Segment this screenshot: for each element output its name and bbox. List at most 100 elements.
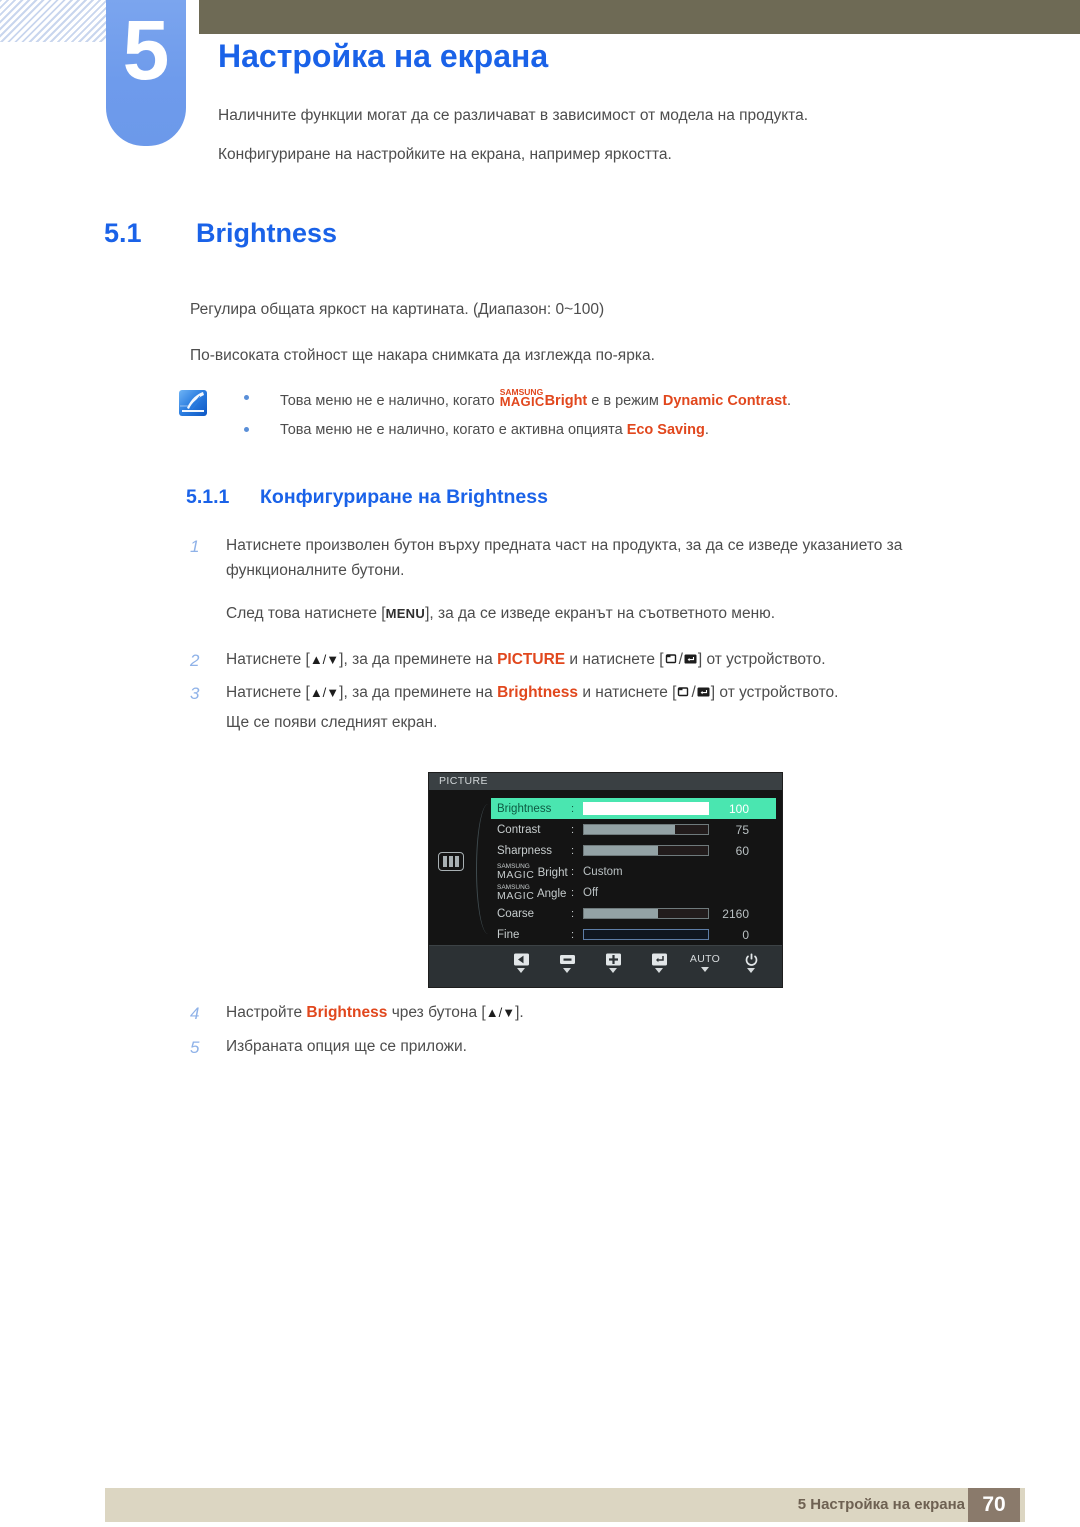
- samsung-magic-logo: SAMSUNG MAGIC: [500, 388, 545, 408]
- chevron-down-icon: [609, 968, 617, 973]
- note-bullet-2-post: .: [704, 421, 709, 438]
- step-3-followup: Ще се появи следният екран.: [226, 714, 438, 731]
- osd-colon: :: [571, 865, 575, 878]
- step-2-text: Натиснете [▲/▼], за да преминете на PICT…: [226, 647, 1000, 672]
- enter-icon: [683, 653, 698, 666]
- section-number: 5.1: [104, 218, 142, 248]
- osd-button-plus[interactable]: [590, 952, 636, 973]
- enter-icon: [696, 686, 711, 699]
- up-down-arrow-icon: ▲/▼: [309, 652, 340, 667]
- osd-colon: :: [571, 802, 575, 815]
- osd-button-minus[interactable]: [544, 952, 590, 973]
- window-icon: [664, 653, 679, 666]
- chevron-down-icon: [747, 968, 755, 973]
- osd-row-sharpness[interactable]: Sharpness : 60: [491, 840, 776, 861]
- note-pen-icon: [179, 390, 207, 416]
- osd-slider-value: 0: [742, 927, 749, 942]
- step-4: 4 Настройте Brightness чрез бутона [▲/▼]…: [190, 1000, 1000, 1025]
- step-3-mid: ], за да преминете на: [339, 684, 498, 701]
- osd-left-column: [429, 790, 491, 945]
- osd-screenshot: PICTURE Brightness : 100 Contrast : 75 S…: [428, 772, 783, 988]
- osd-button-power[interactable]: [728, 952, 774, 973]
- step-2-post: ] от устройството.: [697, 651, 826, 668]
- osd-value: 100: [583, 802, 776, 816]
- section-paragraph-2: По-високата стойност ще накара снимката …: [190, 347, 655, 364]
- magic-magic-text: MAGIC: [497, 868, 535, 881]
- subsection-title: Конфигуриране на Brightness: [260, 486, 548, 508]
- menu-key-label: MENU: [385, 606, 426, 621]
- osd-row-contrast[interactable]: Contrast : 75: [491, 819, 776, 840]
- osd-row-fine[interactable]: Fine : 0: [491, 924, 776, 945]
- section-title: Brightness: [196, 218, 338, 248]
- step-3-text: Натиснете [▲/▼], за да преминете на Brig…: [226, 680, 1000, 705]
- osd-row-brightness[interactable]: Brightness : 100: [491, 798, 776, 819]
- chevron-down-icon: [563, 968, 571, 973]
- osd-colon: :: [571, 844, 575, 857]
- osd-text-value: Custom: [583, 865, 623, 878]
- bullet-dot-icon: [244, 395, 249, 400]
- step-5: 5 Избраната опция ще се приложи.: [190, 1034, 1000, 1059]
- chapter-number: 5: [122, 3, 170, 97]
- osd-label: Contrast: [497, 823, 541, 836]
- step-2-highlight: PICTURE: [497, 651, 566, 668]
- note-bullet-1-brand: Bright: [544, 393, 588, 409]
- osd-button-enter[interactable]: [636, 952, 682, 973]
- chapter-intro-line-2: Конфигуриране на настройките на екрана, …: [218, 146, 672, 163]
- osd-label: SAMSUNG MAGIC Angle: [491, 884, 571, 902]
- step-3: 3 Натиснете [▲/▼], за да преминете на Br…: [190, 680, 1000, 705]
- step-5-number: 5: [190, 1038, 200, 1057]
- osd-label-text: Angle: [536, 887, 567, 900]
- osd-value: 0: [583, 928, 776, 942]
- osd-title: PICTURE: [429, 773, 782, 790]
- section-paragraph-1: Регулира общата яркост на картината. (Ди…: [190, 301, 605, 318]
- osd-row-coarse[interactable]: Coarse : 2160: [491, 903, 776, 924]
- osd-row-magicbright[interactable]: SAMSUNG MAGIC Bright : Custom: [491, 861, 776, 882]
- osd-colon: :: [571, 823, 575, 836]
- osd-slider-value: 60: [735, 843, 749, 858]
- osd-slider-track[interactable]: [583, 908, 709, 919]
- picture-bars-icon: [438, 852, 464, 871]
- osd-label: SAMSUNG MAGIC Bright: [491, 863, 571, 881]
- osd-value: 2160: [583, 907, 776, 921]
- magic-magic-text: MAGIC: [497, 889, 535, 902]
- step-4-highlight: Brightness: [306, 1004, 388, 1021]
- step-2: 2 Натиснете [▲/▼], за да преминете на PI…: [190, 647, 1000, 672]
- step-3-highlight: Brightness: [497, 684, 579, 701]
- section-heading: 5.1 Brightness: [104, 218, 337, 249]
- osd-row-magicangle[interactable]: SAMSUNG MAGIC Angle : Off: [491, 882, 776, 903]
- step-1-text: Натиснете произволен бутон върху преднат…: [226, 537, 903, 580]
- minus-icon: [544, 952, 590, 967]
- step-3-pre: Натиснете [: [226, 684, 310, 701]
- osd-slider-value: 75: [735, 822, 749, 837]
- osd-value: 60: [583, 844, 776, 858]
- left-arrow-icon: [498, 952, 544, 967]
- step-1-followup-post: ], за да се изведе екранът на съответнот…: [425, 605, 776, 622]
- note-block: Това меню не е налично, когато SAMSUNG MA…: [238, 388, 998, 449]
- up-down-arrow-icon: ▲/▼: [485, 1005, 516, 1020]
- osd-slider-track[interactable]: [583, 929, 709, 940]
- subsection-number: 5.1.1: [186, 486, 230, 508]
- step-2-mid: ], за да преминете на: [339, 651, 498, 668]
- osd-slider-track[interactable]: [583, 824, 709, 835]
- osd-slider-track[interactable]: [583, 845, 709, 856]
- osd-button-auto-label: AUTO: [689, 953, 721, 965]
- osd-slider-track[interactable]: [583, 802, 709, 815]
- note-bullet-1-pre: Това меню не е налично, когато: [280, 393, 499, 409]
- plus-icon: [590, 952, 636, 967]
- osd-button-back[interactable]: [498, 952, 544, 973]
- page-footer: 5 Настройка на екрана 70: [105, 1488, 1025, 1522]
- osd-rows: Brightness : 100 Contrast : 75 Sharpness…: [491, 798, 776, 945]
- step-4-number: 4: [190, 1004, 200, 1023]
- chapter-tab: 5: [106, 0, 186, 146]
- up-down-arrow-icon: ▲/▼: [309, 685, 340, 700]
- osd-colon: :: [571, 886, 575, 899]
- step-4-text: Настройте Brightness чрез бутона [▲/▼].: [226, 1000, 1000, 1025]
- step-5-text: Избраната опция ще се приложи.: [226, 1038, 467, 1055]
- step-2-number: 2: [190, 651, 200, 670]
- osd-colon: :: [571, 928, 575, 941]
- osd-button-auto[interactable]: AUTO: [682, 952, 728, 972]
- note-bullet-2-highlight: Eco Saving: [626, 421, 705, 438]
- footer-chapter-label: 5 Настройка на екрана: [797, 1496, 965, 1513]
- step-2-mid2: и натиснете [: [565, 651, 664, 668]
- subsection-heading: 5.1.1 Конфигуриране на Brightness: [186, 486, 548, 509]
